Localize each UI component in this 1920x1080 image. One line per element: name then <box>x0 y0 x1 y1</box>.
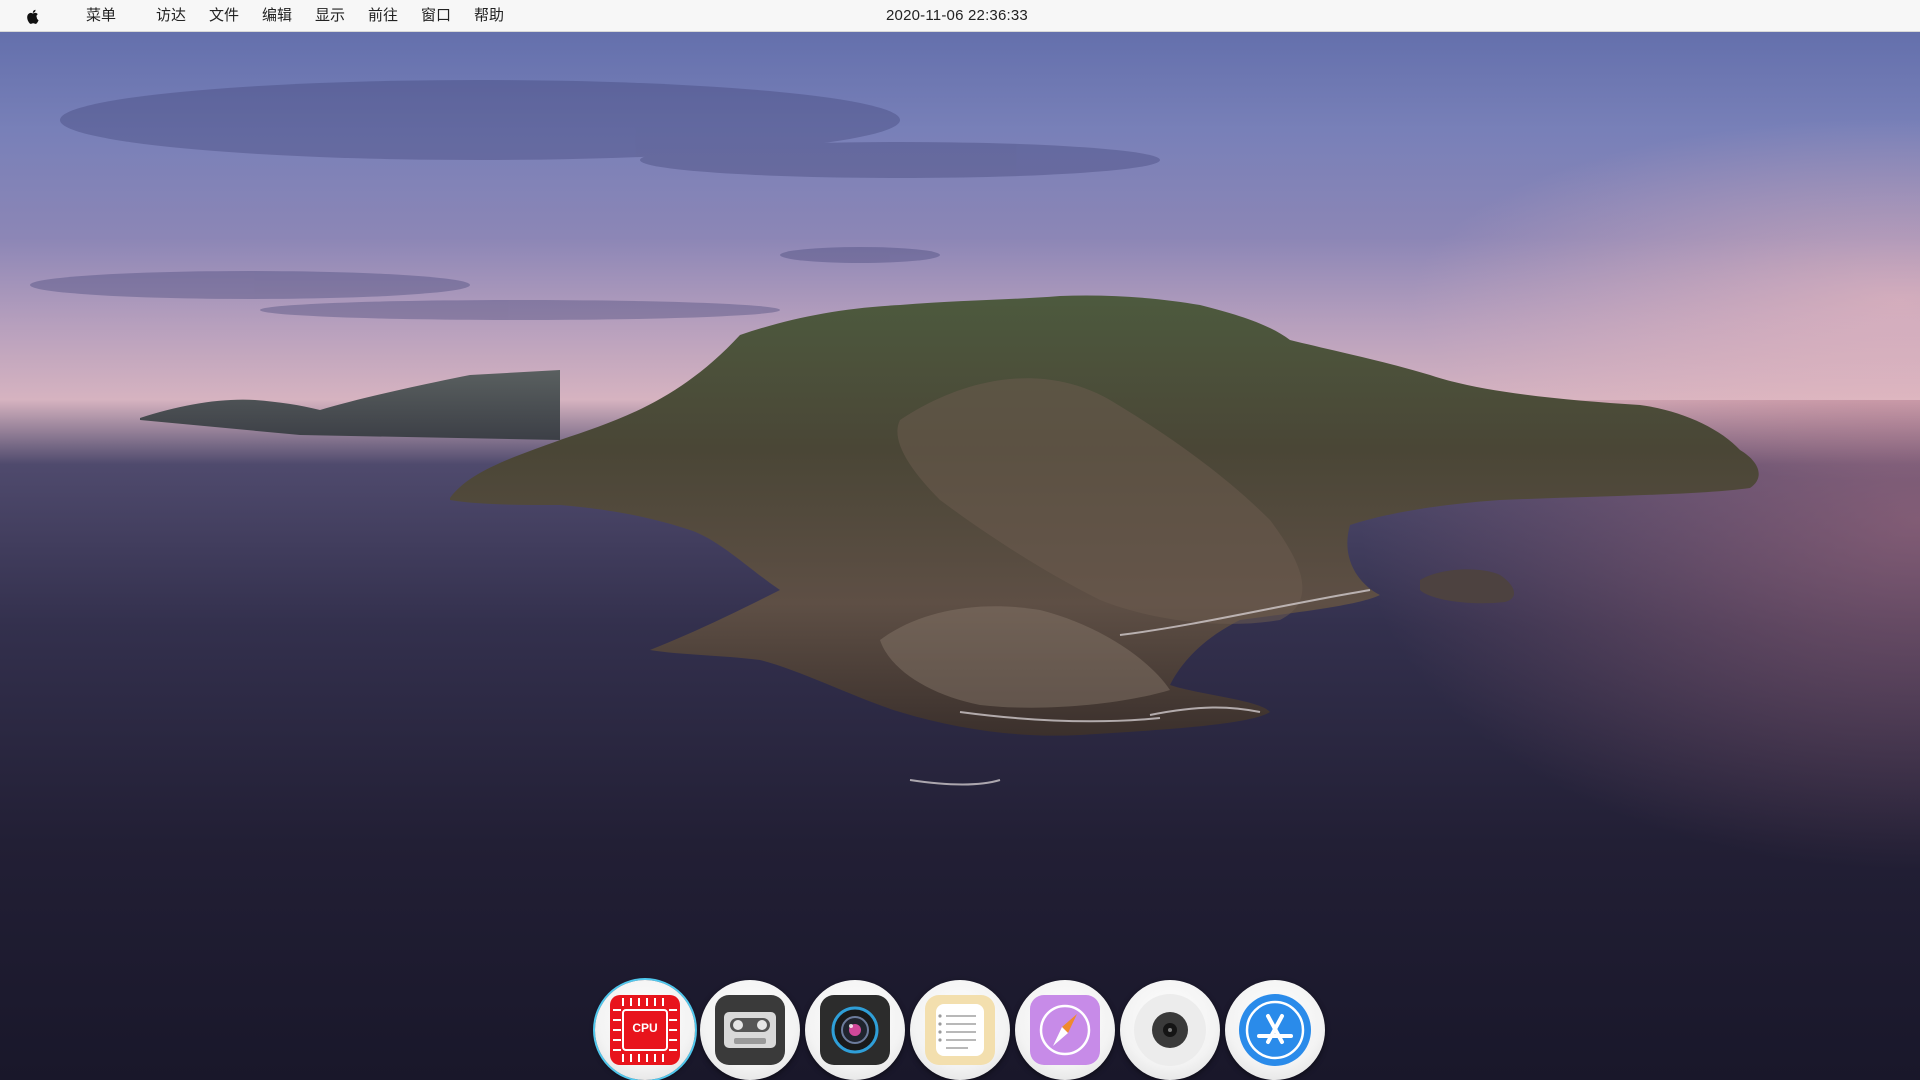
coastal-island-icon <box>30 80 1759 786</box>
cpu-label: CPU <box>632 1021 658 1035</box>
menu-item-finder[interactable]: 访达 <box>156 6 186 26</box>
dock-app-cassette[interactable] <box>700 980 800 1080</box>
menu-item-go[interactable]: 前往 <box>368 6 398 26</box>
dock-app-disc[interactable] <box>1120 980 1220 1080</box>
menu-item-menu[interactable]: 菜单 <box>86 6 116 26</box>
menu-bar: 菜单 访达 文件 编辑 显示 前往 窗口 帮助 2020-11-06 22:36… <box>0 0 1920 32</box>
desktop <box>0 0 1920 1080</box>
apple-logo-icon[interactable] <box>24 7 42 25</box>
menu-item-window[interactable]: 窗口 <box>421 6 451 26</box>
menu-item-file[interactable]: 文件 <box>209 6 239 26</box>
menu-item-help[interactable]: 帮助 <box>474 6 504 26</box>
far-headland <box>140 370 560 440</box>
dock-app-compass[interactable] <box>1015 980 1115 1080</box>
dock-app-cpu[interactable]: CPU <box>595 980 695 1080</box>
dock-app-camera[interactable] <box>805 980 905 1080</box>
clouds <box>30 80 1160 320</box>
dock-app-store[interactable] <box>1225 980 1325 1080</box>
compass-icon <box>1030 995 1100 1065</box>
notes-icon <box>925 995 995 1065</box>
rock-islet <box>1420 569 1515 604</box>
cassette-tape-icon <box>715 995 785 1065</box>
menu-item-edit[interactable]: 编辑 <box>262 6 292 26</box>
camera-lens-icon <box>820 995 890 1065</box>
dock-app-notes[interactable] <box>910 980 1010 1080</box>
disc-player-icon <box>1134 994 1206 1066</box>
menu-clock: 2020-11-06 22:36:33 <box>886 7 1028 24</box>
app-store-icon <box>1239 994 1311 1066</box>
menu-item-view[interactable]: 显示 <box>315 6 345 26</box>
